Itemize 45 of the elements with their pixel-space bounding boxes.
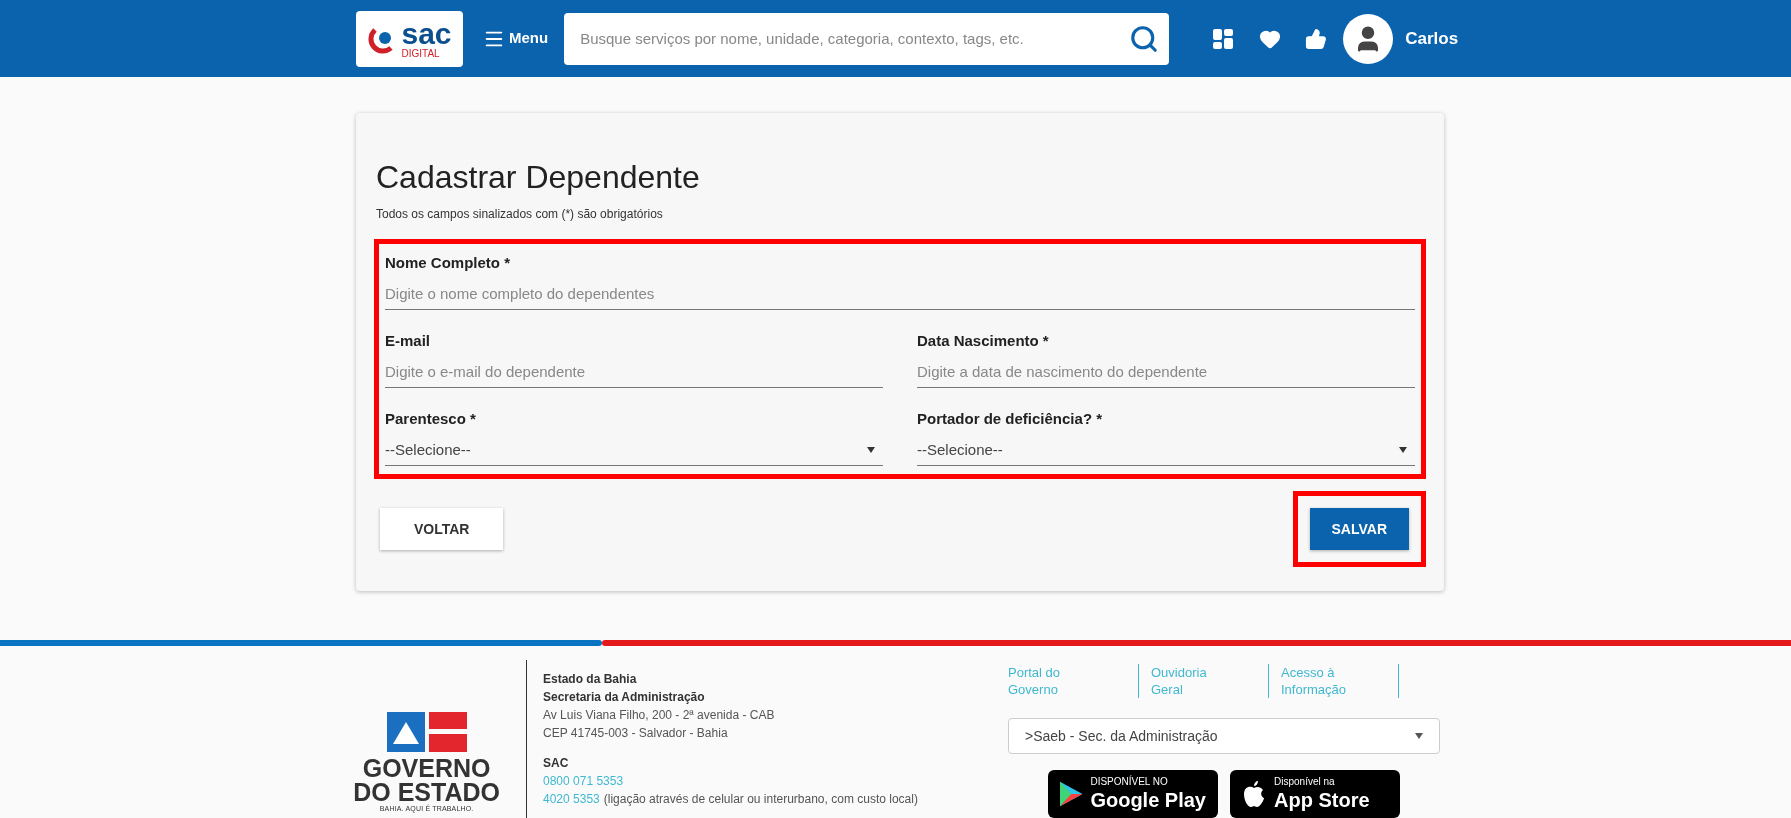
sac-title: SAC [543,755,570,772]
input-field[interactable]: Digite o nome completo do dependentes [385,282,1415,310]
store-small-text: DISPONÍVEL NO [1090,776,1169,788]
menu-button[interactable]: Menu [483,27,549,50]
search-field[interactable]: Busque serviços por nome, unidade, categoria, contexto, tags, etc. [564,12,1120,65]
store-small-text: Disponível na [1274,776,1336,788]
logo-text: GOVERNO [362,755,491,780]
store-name: Google Play [1090,788,1206,812]
logo-text: sac [401,18,452,49]
field-label: Parentesco * [385,409,477,429]
store-badge[interactable]: DISPONÍVEL NO Google Play [1048,770,1218,818]
apple-icon [1242,780,1266,808]
required-note: Todos os campos sinalizados com (*) são obrigatórios [375,206,664,223]
store-name: App Store [1274,788,1370,812]
input-field[interactable]: Digite o e-mail do dependente [385,360,883,388]
flag-emblem-icon [386,711,467,752]
logo-subtext: DIGITAL [401,48,441,59]
store-badge[interactable]: Disponível na App Store [1230,770,1400,818]
field-label: Nome Completo * [385,253,511,273]
sac-logo[interactable]: sac DIGITAL [356,10,463,67]
back-button[interactable]: VOLTAR [380,508,504,550]
input-field[interactable]: Digite a data de nascimento do dependente [917,360,1415,388]
select-field[interactable]: --Selecione-- [385,438,883,466]
agency-select[interactable]: >Saeb - Sec. da Administração [1008,718,1440,754]
dropdown-caret-icon [1399,446,1407,453]
address-line: Estado da Bahia [543,671,638,688]
field-label: Data Nascimento * [917,331,1050,351]
dashboard-icon[interactable] [1211,26,1236,51]
dropdown-caret-icon [867,446,875,453]
phone-note: (ligação através de celular ou interurbano, com custo local) [603,791,918,808]
logo-text: DO ESTADO [353,779,500,804]
page-title: Cadastrar Dependente [375,158,701,197]
search-icon [1129,23,1160,54]
field-label: E-mail [385,331,431,351]
dropdown-caret-icon [1415,733,1423,739]
address-line: CEP 41745-003 - Salvador - Bahia [543,725,729,742]
address-line: Av Luis Viana Filho, 200 - 2ª avenida - CAB [543,707,776,724]
thumbs-up-icon[interactable] [1305,27,1328,50]
search-button[interactable] [1119,12,1170,65]
user-name[interactable]: Carlos [1405,25,1459,52]
save-button[interactable]: SALVAR [1309,508,1409,550]
select-field[interactable]: --Selecione-- [917,438,1415,466]
play-triangle-icon [1060,781,1083,807]
field-label: Portador de deficiência? * [917,409,1104,429]
address-line: Secretaria da Administração [543,689,706,706]
